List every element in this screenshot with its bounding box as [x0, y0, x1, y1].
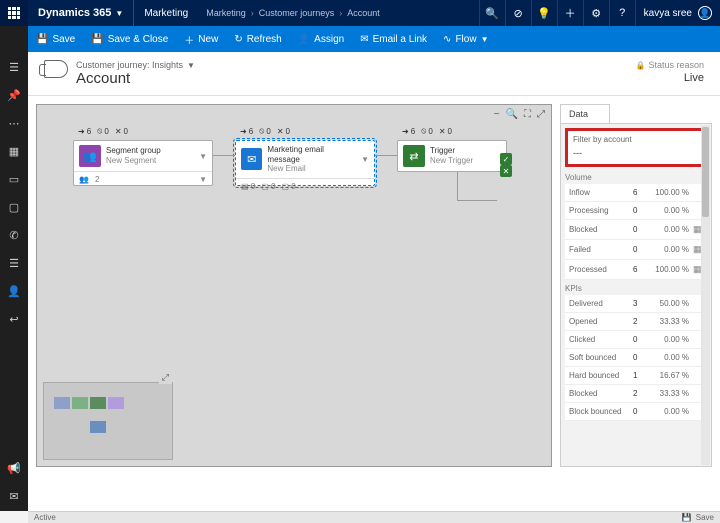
sidebar-more-icon[interactable]: ⋯ — [0, 110, 28, 136]
chevron-down-icon: ▼ — [481, 35, 489, 44]
chevron-down-icon[interactable]: ▼ — [361, 155, 369, 164]
page-header: Customer journey: Insights ▼ Account 🔒Sta… — [28, 52, 720, 91]
save-icon: 💾 — [36, 34, 48, 45]
gear-icon[interactable]: ⚙ — [583, 0, 609, 26]
module-label[interactable]: Marketing — [133, 0, 198, 26]
assign-icon: 👤 — [298, 34, 310, 45]
sidebar-user-icon[interactable]: 👤 — [0, 278, 28, 304]
save-close-icon: 💾 — [91, 34, 103, 45]
metric-row: Blocked00.00 %▦ — [565, 220, 707, 240]
flow-icon: ∿ — [443, 34, 451, 45]
save-button[interactable]: 💾Save — [28, 26, 83, 52]
status-bar: Active 💾Save — [28, 511, 720, 523]
refresh-icon: ↻ — [234, 34, 242, 45]
metric-row: Processed6100.00 %▦ — [565, 260, 707, 280]
metric-row: Block bounced00.00 % — [565, 403, 707, 421]
task-icon[interactable]: ⊘ — [505, 0, 531, 26]
search-icon[interactable]: 🔍 — [479, 0, 505, 26]
sidebar-announce-icon[interactable]: 📢 — [0, 455, 28, 481]
status-value: Live — [635, 72, 704, 84]
sidebar-doc-icon[interactable]: ▭ — [0, 166, 28, 192]
metric-row: Clicked00.00 % — [565, 331, 707, 349]
breadcrumb: Marketing› Customer journeys› Account — [198, 8, 388, 18]
data-panel: Data Filter by account --- Volume Inflow… — [560, 104, 712, 467]
minimap[interactable]: ⤢ — [43, 382, 173, 460]
top-bar: Dynamics 365▼ Marketing Marketing› Custo… — [0, 0, 720, 26]
metric-row: Failed00.00 %▦ — [565, 240, 707, 260]
trigger-icon: ⇄ — [403, 145, 425, 167]
app-launcher[interactable] — [0, 0, 28, 26]
journey-canvas[interactable]: − 🔍 ⛶ ⤢ ➜ 6⦸ 0✕ 0 👥Segment groupNew Segm… — [36, 104, 552, 467]
metric-row: Delivered350.00 % — [565, 295, 707, 313]
kpi-section-label: KPIs — [565, 284, 707, 293]
bulb-icon[interactable]: 💡 — [531, 0, 557, 26]
filter-by-account[interactable]: Filter by account --- — [565, 128, 707, 167]
sidebar-mail-icon[interactable]: ✉ — [0, 483, 28, 509]
main-content: Customer journey: Insights ▼ Account 🔒Sta… — [28, 52, 720, 511]
metric-row: Inflow6100.00 % — [565, 184, 707, 202]
node-email[interactable]: ➜ 6⦸ 0✕ 0 ✉Marketing email messageNew Em… — [235, 140, 375, 186]
sidebar-chart-icon[interactable]: ▦ — [0, 138, 28, 164]
help-icon[interactable]: ? — [609, 0, 635, 26]
crumb-item[interactable]: Account — [347, 8, 380, 18]
user-menu[interactable]: kavya sree👤 — [635, 0, 720, 26]
mail-icon: ✉ — [360, 34, 368, 45]
sidebar: ☰ 📌 ⋯ ▦ ▭ ▢ ✆ ☰ 👤 ↩ 📢 ✉ — [0, 26, 28, 511]
scroll-thumb[interactable] — [702, 127, 709, 217]
segment-icon: 👥 — [79, 145, 101, 167]
avatar-icon: 👤 — [698, 6, 712, 20]
crumb-item[interactable]: Customer journeys — [259, 8, 335, 18]
expand-icon[interactable]: ⤢ — [159, 371, 172, 384]
sidebar-back-icon[interactable]: ↩ — [0, 306, 28, 332]
expand-icon[interactable]: ⤢ — [537, 109, 545, 120]
sidebar-pin-icon[interactable]: 📌 — [0, 82, 28, 108]
sidebar-list-icon[interactable]: ☰ — [0, 250, 28, 276]
flow-button[interactable]: ∿Flow▼ — [435, 26, 496, 52]
node-segment[interactable]: ➜ 6⦸ 0✕ 0 👥Segment groupNew Segment▼ 👥2▼ — [73, 140, 213, 186]
email-link-button[interactable]: ✉Email a Link — [352, 26, 435, 52]
page-title: Account — [76, 70, 195, 87]
sidebar-page-icon[interactable]: ▢ — [0, 194, 28, 220]
zoom-out-icon[interactable]: − — [494, 109, 500, 120]
sidebar-phone-icon[interactable]: ✆ — [0, 222, 28, 248]
metric-row: Blocked233.33 % — [565, 385, 707, 403]
zoom-in-icon[interactable]: 🔍 — [506, 109, 518, 120]
check-icon: ✓ — [500, 153, 512, 165]
metric-row: Hard bounced116.67 % — [565, 367, 707, 385]
fit-icon[interactable]: ⛶ — [524, 109, 531, 120]
close-icon: ✕ — [500, 165, 512, 177]
people-icon: 👥 — [79, 175, 89, 184]
mail-icon: ✉ — [241, 148, 262, 170]
chevron-down-icon[interactable]: ▼ — [199, 152, 207, 161]
crumb-item[interactable]: Marketing — [206, 8, 246, 18]
status-active: Active — [34, 513, 56, 522]
volume-section-label: Volume — [565, 173, 707, 182]
scrollbar[interactable] — [701, 125, 710, 465]
status-block: 🔒Status reason Live — [635, 60, 704, 84]
chevron-down-icon: ▼ — [115, 9, 123, 18]
lock-icon: 🔒 — [635, 61, 645, 70]
plus-icon: ＋ — [184, 32, 194, 47]
metric-row: Opened233.33 % — [565, 313, 707, 331]
chevron-down-icon[interactable]: ▼ — [187, 61, 195, 70]
megaphone-icon — [44, 60, 68, 78]
save-icon[interactable]: 💾 — [682, 513, 692, 522]
new-button[interactable]: ＋New — [176, 26, 226, 52]
chevron-down-icon[interactable]: ▼ — [199, 175, 207, 184]
metric-row: Soft bounced00.00 % — [565, 349, 707, 367]
plus-icon[interactable]: ＋ — [557, 0, 583, 26]
sidebar-menu-icon[interactable]: ☰ — [0, 54, 28, 80]
assign-button[interactable]: 👤Assign — [290, 26, 352, 52]
save-close-button[interactable]: 💾Save & Close — [83, 26, 176, 52]
metric-row: Processing00.00 % — [565, 202, 707, 220]
node-trigger[interactable]: ➜ 6⦸ 0✕ 0 ⇄TriggerNew Trigger ✓ ✕ — [397, 140, 507, 172]
page-subtitle: Customer journey: Insights — [76, 60, 183, 70]
tab-data[interactable]: Data — [560, 104, 610, 123]
brand-menu[interactable]: Dynamics 365▼ — [28, 7, 133, 19]
refresh-button[interactable]: ↻Refresh — [226, 26, 289, 52]
command-bar: 💾Save 💾Save & Close ＋New ↻Refresh 👤Assig… — [0, 26, 720, 52]
